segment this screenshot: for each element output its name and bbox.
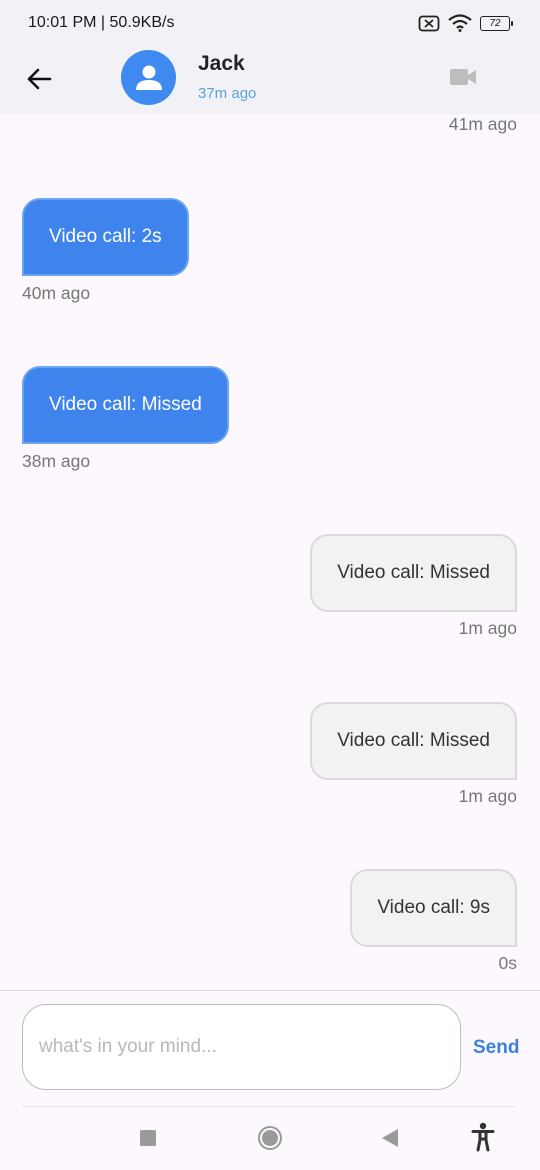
message-timestamp: 1m ago	[458, 786, 517, 806]
wifi-icon	[448, 14, 472, 32]
message-timestamp: 1m ago	[458, 618, 517, 638]
status-bar: 10:01 PM | 50.9KB/s 72	[0, 0, 540, 46]
message-bubble-sent[interactable]: Video call: Missed	[22, 366, 229, 444]
sim-off-icon	[418, 15, 440, 31]
avatar[interactable]	[121, 50, 176, 105]
message-bubble-received[interactable]: Video call: Missed	[310, 534, 517, 612]
message-bubble-received[interactable]: Video call: Missed	[310, 702, 517, 780]
message-list[interactable]: 41m ago Video call: 2s 40m ago Video cal…	[0, 114, 540, 990]
last-seen: 37m ago	[198, 85, 257, 102]
nav-home-button[interactable]	[257, 1125, 283, 1156]
chat-header: Jack 37m ago	[0, 46, 540, 114]
back-button[interactable]	[24, 64, 54, 94]
message-timestamp: 0s	[498, 953, 517, 973]
composer: Send	[0, 991, 540, 1107]
accessibility-button[interactable]	[471, 1122, 495, 1157]
message-timestamp: 41m ago	[448, 114, 517, 134]
accessibility-icon	[471, 1122, 495, 1152]
message-bubble-sent[interactable]: Video call: 2s	[22, 198, 189, 276]
system-nav-bar	[0, 1107, 540, 1170]
message-timestamp: 40m ago	[22, 283, 91, 303]
message-bubble-received[interactable]: Video call: 9s	[350, 869, 517, 947]
message-input[interactable]	[22, 1004, 461, 1090]
person-icon	[135, 65, 162, 90]
status-time: 10:01 PM | 50.9KB/s	[28, 14, 175, 31]
back-arrow-icon	[27, 68, 52, 90]
nav-back-icon	[382, 1129, 398, 1147]
nav-home-icon	[258, 1126, 282, 1150]
nav-recents-button[interactable]	[139, 1129, 157, 1152]
status-icons: 72	[418, 14, 513, 32]
nav-recents-icon	[140, 1130, 156, 1146]
message-timestamp: 38m ago	[22, 451, 91, 471]
send-button[interactable]: Send	[473, 1037, 519, 1059]
nav-back-button[interactable]	[381, 1128, 399, 1153]
contact-name: Jack	[198, 52, 245, 75]
video-camera-icon	[450, 69, 476, 85]
battery-icon: 72	[480, 15, 513, 31]
video-call-button[interactable]	[449, 66, 477, 88]
